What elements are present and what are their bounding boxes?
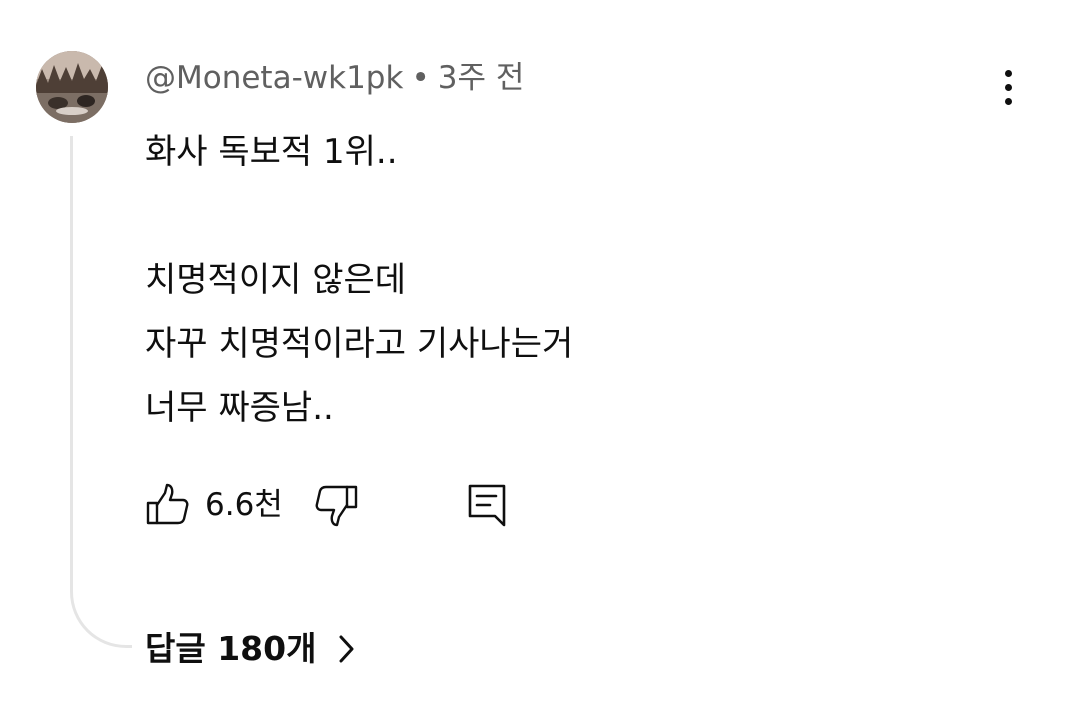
thumbs-up-icon [146,483,189,525]
comment-actions: 6.6천 [145,481,525,531]
comment-text: 화사 독보적 1위.. 치명적이지 않은데 자꾸 치명적이라고 기사나는거 너무… [145,120,573,440]
reply-comment-icon [468,484,506,527]
comment-line [145,184,573,248]
view-replies-button[interactable]: 답글 180개 [145,624,356,674]
like-button[interactable] [145,481,191,529]
comment-line: 화사 독보적 1위.. [145,132,398,172]
comment-header: @Moneta-wk1pk • 3주 전 [145,56,524,100]
replies-count: 답글 180개 [145,629,317,668]
comment-time: 3주 전 [437,60,525,96]
more-options-button[interactable] [988,62,1028,112]
comment-line: 자꾸 치명적이라고 기사나는거 [145,324,574,364]
dislike-button[interactable] [313,481,359,529]
comment-line: 치명적이지 않은데 [145,260,407,300]
author-name[interactable]: @Moneta-wk1pk [145,60,403,96]
more-vertical-icon [1004,69,1012,77]
header-separator: • [411,60,430,96]
reply-thread-line [70,136,132,648]
thumbs-down-icon [315,485,358,527]
reply-button[interactable] [465,481,511,529]
chevron-right-icon [339,635,354,663]
like-count: 6.6천 [205,487,283,523]
avatar[interactable] [36,51,108,123]
comment-line: 너무 짜증남.. [145,388,334,428]
